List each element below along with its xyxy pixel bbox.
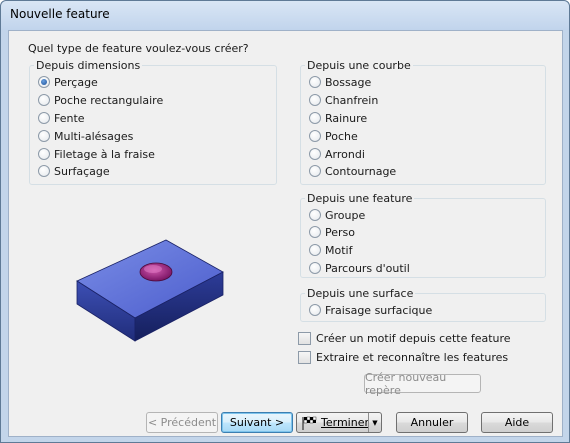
radio-label: Fente bbox=[54, 111, 85, 125]
radio-button[interactable] bbox=[38, 94, 50, 106]
block-hole-highlight bbox=[144, 265, 162, 273]
radio-label: Parcours d'outil bbox=[325, 261, 410, 275]
group-title-feature: Depuis une feature bbox=[305, 192, 415, 205]
radio-label: Poche bbox=[325, 129, 358, 143]
radio-parcours-outil[interactable]: Parcours d'outil bbox=[309, 260, 410, 276]
radio-label: Rainure bbox=[325, 111, 368, 125]
group-title-surface: Depuis une surface bbox=[305, 287, 416, 300]
radio-bossage[interactable]: Bossage bbox=[309, 74, 371, 90]
radio-button[interactable] bbox=[309, 76, 321, 88]
checkbox-extraire-features[interactable]: Extraire et reconnaître les features bbox=[298, 349, 508, 365]
checkbox-box[interactable] bbox=[298, 331, 311, 345]
new-frame-label: Créer nouveau repère bbox=[365, 370, 447, 397]
radio-label: Filetage à la fraise bbox=[54, 147, 155, 161]
checkbox-label: Créer un motif depuis cette feature bbox=[316, 331, 511, 345]
radio-label: Chanfrein bbox=[325, 93, 379, 107]
radio-poche[interactable]: Poche bbox=[309, 128, 358, 144]
radio-fraisage-surfacique[interactable]: Fraisage surfacique bbox=[309, 302, 432, 318]
group-depuis-une-feature: Depuis une feature Groupe Perso Motif Pa… bbox=[300, 192, 546, 278]
chevron-down-icon[interactable]: ▼ bbox=[368, 413, 381, 432]
radio-button[interactable] bbox=[38, 165, 50, 177]
radio-button[interactable] bbox=[309, 148, 321, 160]
radio-percage[interactable]: Perçage bbox=[38, 74, 98, 90]
radio-button[interactable] bbox=[309, 130, 321, 142]
checkbox-label: Extraire et reconnaître les features bbox=[316, 350, 509, 364]
new-frame-button[interactable]: Créer nouveau repère bbox=[364, 371, 481, 397]
checkbox-creer-motif[interactable]: Créer un motif depuis cette feature bbox=[298, 330, 511, 346]
radio-label: Perçage bbox=[54, 75, 98, 89]
radio-label: Contournage bbox=[325, 164, 397, 178]
title-bar[interactable]: Nouvelle feature bbox=[1, 1, 569, 30]
radio-label: Fraisage surfacique bbox=[325, 303, 433, 317]
radio-button[interactable] bbox=[309, 112, 321, 124]
group-depuis-une-surface: Depuis une surface Fraisage surfacique bbox=[300, 287, 546, 322]
finish-label: Terminer bbox=[321, 416, 369, 429]
radio-chanfrein[interactable]: Chanfrein bbox=[309, 92, 378, 108]
radio-perso[interactable]: Perso bbox=[309, 224, 355, 240]
radio-groupe[interactable]: Groupe bbox=[309, 207, 365, 223]
radio-label: Surfaçage bbox=[54, 164, 110, 178]
radio-button-selected[interactable] bbox=[38, 76, 50, 88]
radio-button[interactable] bbox=[38, 112, 50, 124]
radio-filetage[interactable]: Filetage à la fraise bbox=[38, 146, 155, 162]
radio-button[interactable] bbox=[309, 94, 321, 106]
finish-split-button[interactable]: Terminer ▼ bbox=[296, 412, 382, 433]
question-label: Quel type de feature voulez-vous créer? bbox=[28, 42, 249, 55]
radio-button[interactable] bbox=[38, 130, 50, 142]
radio-button[interactable] bbox=[309, 209, 321, 221]
radio-button[interactable] bbox=[309, 262, 321, 274]
radio-label: Arrondi bbox=[325, 147, 365, 161]
radio-rainure[interactable]: Rainure bbox=[309, 110, 367, 126]
checkbox-box[interactable] bbox=[298, 350, 311, 364]
radio-label: Motif bbox=[325, 243, 353, 257]
previous-button[interactable]: < Précédent bbox=[146, 412, 218, 433]
previous-label: < Précédent bbox=[147, 416, 217, 429]
next-button[interactable]: Suivant > bbox=[221, 412, 293, 433]
dialog-client-area: Quel type de feature voulez-vous créer? … bbox=[8, 30, 563, 437]
radio-label: Perso bbox=[325, 225, 355, 239]
radio-button[interactable] bbox=[309, 165, 321, 177]
next-label: Suivant > bbox=[229, 416, 285, 429]
feature-block-illustration bbox=[76, 239, 224, 342]
cancel-button[interactable]: Annuler bbox=[396, 412, 468, 433]
dialog-window: Nouvelle feature Quel type de feature vo… bbox=[0, 0, 570, 443]
radio-button[interactable] bbox=[38, 148, 50, 160]
group-title-courbe: Depuis une courbe bbox=[305, 59, 413, 72]
radio-motif[interactable]: Motif bbox=[309, 242, 352, 258]
radio-fente[interactable]: Fente bbox=[38, 110, 85, 126]
radio-button[interactable] bbox=[309, 304, 321, 316]
radio-multi-alesages[interactable]: Multi-alésages bbox=[38, 128, 133, 144]
help-label: Aide bbox=[504, 416, 530, 429]
window-title: Nouvelle feature bbox=[10, 7, 110, 21]
radio-contournage[interactable]: Contournage bbox=[309, 163, 396, 179]
radio-label: Bossage bbox=[325, 75, 372, 89]
radio-label: Poche rectangulaire bbox=[54, 93, 164, 107]
radio-label: Multi-alésages bbox=[54, 129, 134, 143]
checkered-flag-icon bbox=[302, 416, 317, 430]
radio-button[interactable] bbox=[309, 244, 321, 256]
radio-label: Groupe bbox=[325, 208, 366, 222]
radio-surfacage[interactable]: Surfaçage bbox=[38, 163, 110, 179]
help-button[interactable]: Aide bbox=[481, 412, 553, 433]
group-title-dimensions: Depuis dimensions bbox=[34, 59, 143, 72]
radio-poche-rectangulaire[interactable]: Poche rectangulaire bbox=[38, 92, 163, 108]
radio-arrondi[interactable]: Arrondi bbox=[309, 146, 365, 162]
radio-button[interactable] bbox=[309, 226, 321, 238]
cancel-label: Annuler bbox=[410, 416, 454, 429]
group-depuis-dimensions: Depuis dimensions Perçage Poche rectangu… bbox=[29, 59, 277, 185]
group-depuis-une-courbe: Depuis une courbe Bossage Chanfrein Rain… bbox=[300, 59, 546, 185]
